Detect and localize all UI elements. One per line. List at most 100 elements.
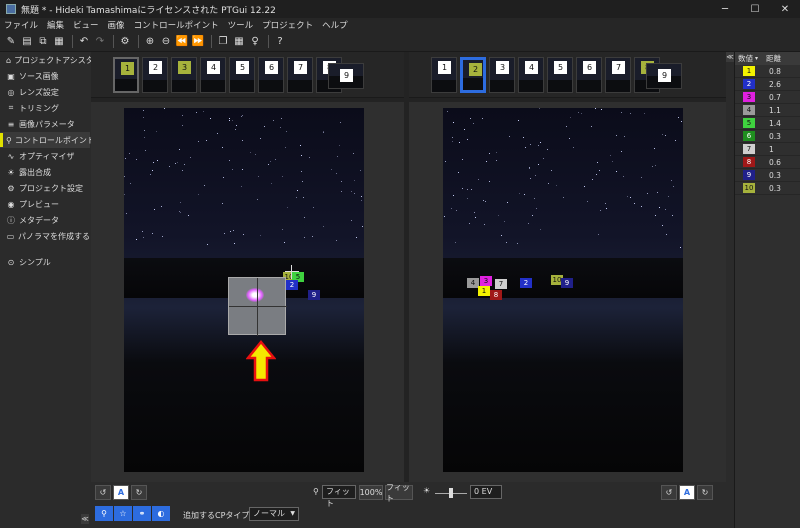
copy-icon[interactable]: ⧉ bbox=[36, 35, 50, 49]
sidebar-item[interactable]: ≡ 画像パラメータ bbox=[0, 116, 90, 132]
rotate-right-icon-right[interactable]: ↻ bbox=[697, 485, 713, 500]
control-point-marker[interactable]: 7 bbox=[495, 279, 507, 289]
layout-icon[interactable]: ❐ bbox=[216, 35, 230, 49]
zoom-in-icon[interactable]: ⊕ bbox=[143, 35, 157, 49]
sidebar-item[interactable]: ⌗ トリミング bbox=[0, 100, 90, 116]
link-icon[interactable]: ⚭ bbox=[133, 506, 151, 521]
thumbnail-7[interactable]: 7 bbox=[605, 57, 631, 93]
right-photo[interactable]: 4 3 1 7 8 2 10 9 bbox=[443, 108, 683, 472]
sidebar-item[interactable]: ☀ 露出合成 bbox=[0, 164, 90, 180]
control-point-marker[interactable]: 2 bbox=[286, 280, 298, 290]
sidebar-item[interactable]: ⓘ メタデータ bbox=[0, 212, 90, 228]
menu-item[interactable]: ヘルプ bbox=[322, 19, 348, 31]
control-point-marker[interactable]: 2 bbox=[520, 278, 532, 288]
table-row[interactable]: 1 0.8 bbox=[735, 65, 800, 78]
control-point-marker[interactable]: 3 bbox=[480, 276, 492, 286]
rotate-right-icon[interactable]: ↻ bbox=[131, 485, 147, 500]
sidebar-item[interactable]: ◉ プレビュー bbox=[0, 196, 90, 212]
next-icon[interactable]: ⏩ bbox=[191, 35, 205, 49]
hint-icon[interactable]: ♀ bbox=[248, 35, 262, 49]
fit-button-1[interactable]: フィット bbox=[322, 485, 356, 508]
simple-mode-button[interactable]: ⊙ シンプル bbox=[0, 254, 90, 270]
thumbnail-4[interactable]: 4 bbox=[518, 57, 544, 93]
sidebar-item[interactable]: ◎ レンズ設定 bbox=[0, 84, 90, 100]
collapse-table-button[interactable]: ≪ bbox=[726, 52, 734, 62]
grid-icon[interactable]: ▦ bbox=[232, 35, 246, 49]
table-row[interactable]: 4 1.1 bbox=[735, 104, 800, 117]
thumbnail-3[interactable]: 3 bbox=[171, 57, 197, 93]
table-row[interactable]: 3 0.7 bbox=[735, 91, 800, 104]
thumbnail-7[interactable]: 7 bbox=[287, 57, 313, 93]
sidebar-item[interactable]: ∿ オプティマイザ bbox=[0, 148, 90, 164]
control-point-marker[interactable]: 1 bbox=[478, 286, 490, 296]
thumbnail-1[interactable]: 1 bbox=[113, 57, 139, 93]
help-icon[interactable]: ? bbox=[273, 35, 287, 49]
undo-icon[interactable]: ↶ bbox=[77, 35, 91, 49]
add-point-icon[interactable]: ⚲ bbox=[95, 506, 113, 521]
table-row[interactable]: 5 1.4 bbox=[735, 117, 800, 130]
exposure-slider-handle[interactable] bbox=[449, 488, 453, 498]
settings-icon[interactable]: ⚙ bbox=[118, 35, 132, 49]
thumbnail-2[interactable]: 2 bbox=[460, 57, 486, 93]
collapse-toolbar-button[interactable]: ≪ bbox=[81, 514, 89, 524]
sidebar-item[interactable]: ⌂ プロジェクトアシスタント bbox=[0, 52, 110, 68]
table-row[interactable]: 71 bbox=[735, 143, 800, 156]
thumbnail-9[interactable]: 9 bbox=[328, 63, 364, 89]
sidebar-item[interactable]: ⚲ コントロールポイント bbox=[0, 132, 95, 148]
table-row[interactable]: 6 0.3 bbox=[735, 130, 800, 143]
star bbox=[595, 108, 596, 109]
prev-icon[interactable]: ⏪ bbox=[175, 35, 189, 49]
auto-button-left[interactable]: A bbox=[113, 485, 129, 500]
thumbnail-5[interactable]: 5 bbox=[547, 57, 573, 93]
zoom-100-button[interactable]: 100% bbox=[359, 485, 383, 500]
thumbnail-1[interactable]: 1 bbox=[431, 57, 457, 93]
menu-item[interactable]: 画像 bbox=[108, 19, 125, 31]
sidebar-item[interactable]: ⚙ プロジェクト設定 bbox=[0, 180, 90, 196]
rotate-left-icon[interactable]: ↺ bbox=[95, 485, 111, 500]
thumbnail-6[interactable]: 6 bbox=[576, 57, 602, 93]
table-header[interactable]: 数値 ▾ 距離 bbox=[735, 52, 800, 65]
thumbnail-9[interactable]: 9 bbox=[646, 63, 682, 89]
menu-item[interactable]: ツール bbox=[228, 19, 254, 31]
fit-button-2[interactable]: フィット bbox=[385, 483, 413, 503]
column-distance[interactable]: 距離 bbox=[758, 53, 781, 64]
save-icon[interactable]: ▦ bbox=[52, 35, 66, 49]
minimize-button[interactable]: ─ bbox=[710, 0, 740, 18]
star bbox=[467, 198, 468, 199]
table-row[interactable]: 8 0.6 bbox=[735, 156, 800, 169]
menu-item[interactable]: ビュー bbox=[73, 19, 99, 31]
star-icon[interactable]: ☆ bbox=[114, 506, 132, 521]
rotate-left-icon-right[interactable]: ↺ bbox=[661, 485, 677, 500]
maximize-button[interactable]: ☐ bbox=[740, 0, 770, 18]
contrast-icon[interactable]: ◐ bbox=[152, 506, 170, 521]
ev-field[interactable]: 0 EV bbox=[470, 485, 502, 499]
table-row[interactable]: 2 2.6 bbox=[735, 78, 800, 91]
sidebar-item[interactable]: ▭ パノラマを作成する bbox=[0, 228, 90, 244]
menu-item[interactable]: 編集 bbox=[47, 19, 64, 31]
control-point-marker[interactable]: 9 bbox=[308, 290, 320, 300]
cp-type-select[interactable]: ノーマル ▼ bbox=[249, 507, 299, 521]
table-row[interactable]: 9 0.3 bbox=[735, 169, 800, 182]
thumbnail-4[interactable]: 4 bbox=[200, 57, 226, 93]
menu-item[interactable]: コントロールポイント bbox=[134, 19, 219, 31]
control-point-marker[interactable]: 9 bbox=[561, 278, 573, 288]
zoom-out-icon[interactable]: ⊖ bbox=[159, 35, 173, 49]
thumbnail-5[interactable]: 5 bbox=[229, 57, 255, 93]
open-icon[interactable]: ▤ bbox=[20, 35, 34, 49]
thumbnail-3[interactable]: 3 bbox=[489, 57, 515, 93]
star bbox=[672, 215, 673, 216]
menu-item[interactable]: プロジェクト bbox=[262, 19, 313, 31]
star bbox=[506, 242, 507, 243]
auto-button-right[interactable]: A bbox=[679, 485, 695, 500]
thumbnail-2[interactable]: 2 bbox=[142, 57, 168, 93]
sidebar-item[interactable]: ▣ ソース画像 bbox=[0, 68, 90, 84]
redo-icon[interactable]: ↷ bbox=[93, 35, 107, 49]
new-icon[interactable]: ✎ bbox=[4, 35, 18, 49]
menu-item[interactable]: ファイル bbox=[4, 19, 38, 31]
column-number[interactable]: 数値 bbox=[735, 53, 753, 64]
control-point-marker[interactable]: 8 bbox=[490, 290, 502, 300]
table-row[interactable]: 10 0.3 bbox=[735, 182, 800, 195]
left-image-panel: 10 5 2 9 bbox=[91, 102, 404, 482]
close-button[interactable]: ✕ bbox=[770, 0, 800, 18]
thumbnail-6[interactable]: 6 bbox=[258, 57, 284, 93]
